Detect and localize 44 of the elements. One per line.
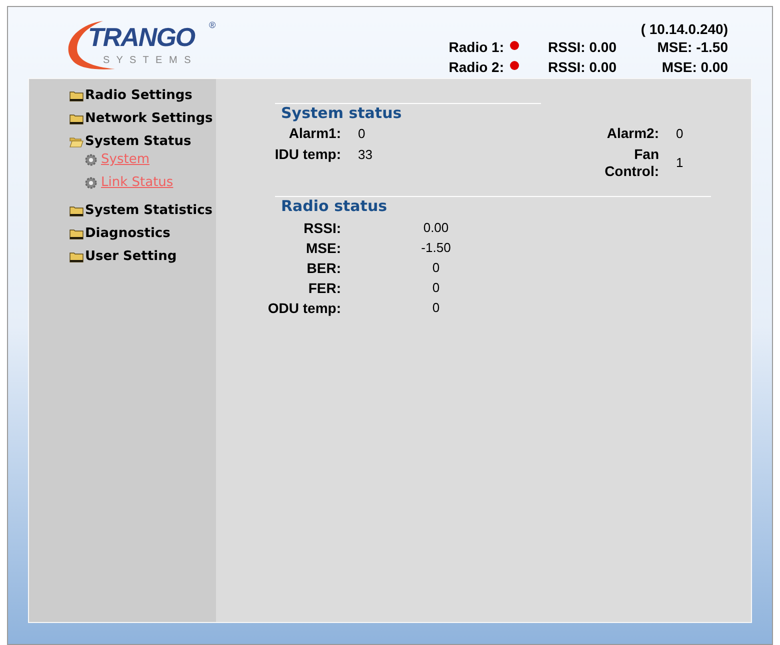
field-value: 0 xyxy=(676,125,684,142)
logo-tagline: S Y S T E M S xyxy=(103,54,193,68)
menu-folder[interactable]: Radio Settings xyxy=(85,89,192,102)
field-label: Alarm1: xyxy=(288,125,341,142)
radio-label: Radio 2: xyxy=(448,58,504,76)
field-label: Fan Control: xyxy=(604,146,659,180)
folder-icon xyxy=(69,228,84,240)
field-value: -1.50 xyxy=(420,239,452,257)
folder-icon xyxy=(69,113,84,125)
field-value: 0 xyxy=(431,299,441,317)
field-value: 0 xyxy=(431,279,441,297)
gear-icon xyxy=(85,176,97,188)
field-label: RSSI: xyxy=(302,219,341,238)
folder-icon xyxy=(69,251,84,263)
gear-icon xyxy=(85,154,97,166)
folder-icon xyxy=(69,90,84,102)
field-label: MSE: xyxy=(305,239,341,258)
section-title: Radio status xyxy=(281,197,388,215)
rssi-reading: RSSI: 0.00 xyxy=(548,58,618,76)
menu-folder[interactable]: Diagnostics xyxy=(85,227,170,240)
menu-folder[interactable]: User Setting xyxy=(85,250,177,263)
folder-icon xyxy=(69,205,84,217)
radio-label: Radio 1: xyxy=(448,38,504,56)
mse-reading: MSE: -1.50 xyxy=(656,38,728,56)
field-label: ODU temp: xyxy=(266,299,341,318)
field-value: 1 xyxy=(676,154,684,171)
menu-folder[interactable]: System Statistics xyxy=(85,204,213,217)
field-label: FER: xyxy=(307,279,341,298)
ip-address: ( 10.14.0.240) xyxy=(640,21,728,37)
field-label: IDU temp: xyxy=(274,146,341,163)
field-value: 0.00 xyxy=(422,219,450,237)
menu-folder[interactable]: Network Settings xyxy=(85,112,213,125)
logo-brand: TRANGO xyxy=(88,24,195,50)
field-label: Alarm2: xyxy=(606,125,659,142)
registered-mark: ® xyxy=(209,19,216,32)
open-folder-icon xyxy=(69,136,84,148)
field-label: BER: xyxy=(306,259,341,278)
menu-folder[interactable]: System Status xyxy=(85,135,192,148)
mse-reading: MSE: 0.00 xyxy=(660,58,728,76)
rssi-reading: RSSI: 0.00 xyxy=(548,38,618,56)
field-value: 0 xyxy=(358,125,366,142)
field-value: 0 xyxy=(431,259,441,277)
section-title: System status xyxy=(281,104,403,122)
field-value: 33 xyxy=(358,146,374,163)
